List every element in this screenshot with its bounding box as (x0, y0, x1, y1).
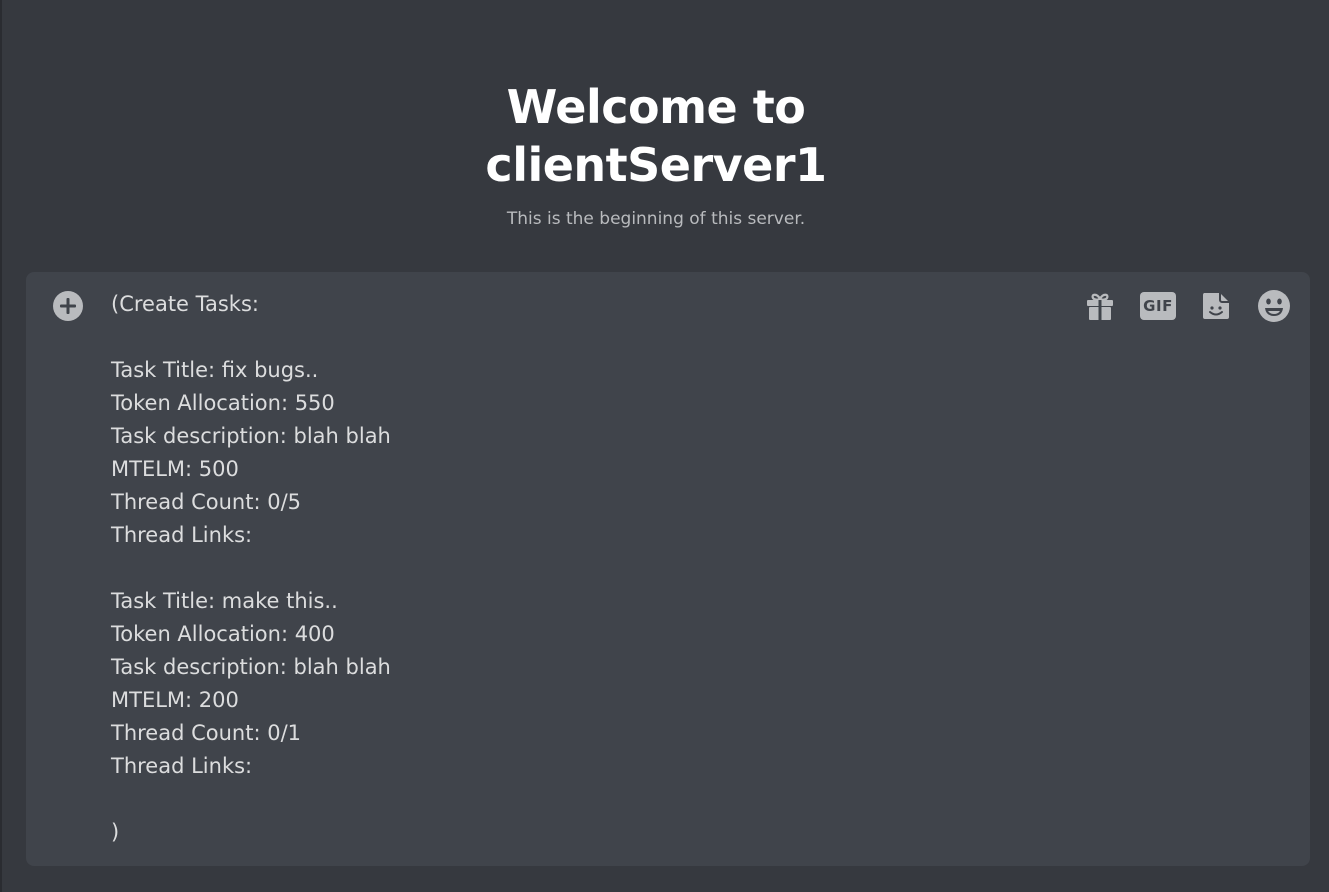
server-name: clientServer1 (485, 138, 827, 192)
welcome-title-line1: Welcome to (506, 80, 806, 134)
emoji-button[interactable] (1256, 288, 1292, 324)
plus-circle-icon (53, 291, 83, 321)
attach-button[interactable] (52, 290, 84, 322)
gif-icon: GIF (1140, 292, 1176, 320)
welcome-section: Welcome to clientServer1 This is the beg… (0, 78, 1312, 230)
gift-button[interactable] (1082, 288, 1118, 324)
gift-icon (1087, 293, 1113, 320)
gif-button[interactable]: GIF (1140, 288, 1176, 324)
sticker-icon (1202, 293, 1229, 319)
message-input[interactable]: (Create Tasks: Task Title: fix bugs.. To… (111, 288, 1011, 849)
sticker-button[interactable] (1198, 288, 1234, 324)
welcome-title: Welcome to clientServer1 (0, 78, 1312, 194)
message-composer: (Create Tasks: Task Title: fix bugs.. To… (26, 272, 1310, 866)
welcome-subtitle: This is the beginning of this server. (506, 209, 806, 229)
emoji-icon (1258, 290, 1290, 322)
composer-toolbar: GIF (1082, 288, 1292, 324)
